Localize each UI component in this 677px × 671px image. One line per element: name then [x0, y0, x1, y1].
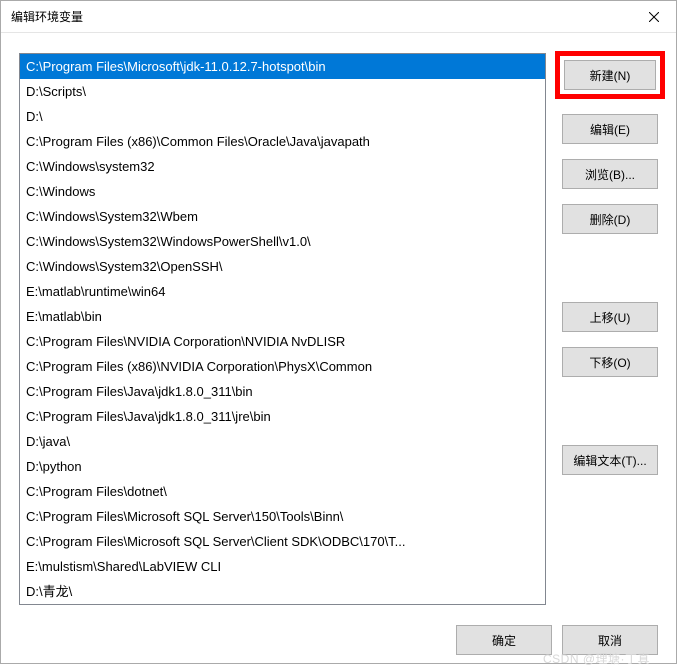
path-listbox-wrap: C:\Program Files\Microsoft\jdk-11.0.12.7… [19, 53, 546, 605]
list-item[interactable]: C:\Windows\System32\WindowsPowerShell\v1… [20, 229, 545, 254]
titlebar: 编辑环境变量 [1, 1, 676, 33]
watermark: CSDN @理塘·丁真 [543, 650, 650, 667]
list-item[interactable]: C:\Windows\System32\OpenSSH\ [20, 254, 545, 279]
list-item[interactable]: C:\Program Files\NVIDIA Corporation\NVID… [20, 329, 545, 354]
highlight-box: 新建(N) [555, 51, 665, 99]
delete-button[interactable]: 删除(D) [562, 204, 658, 234]
list-item[interactable]: C:\Program Files\Java\jdk1.8.0_311\bin [20, 379, 545, 404]
edit-text-button[interactable]: 编辑文本(T)... [562, 445, 658, 475]
browse-button[interactable]: 浏览(B)... [562, 159, 658, 189]
list-item[interactable]: C:\Program Files\dotnet\ [20, 479, 545, 504]
edit-button[interactable]: 编辑(E) [562, 114, 658, 144]
path-listbox[interactable]: C:\Program Files\Microsoft\jdk-11.0.12.7… [20, 54, 545, 604]
list-item[interactable]: E:\matlab\bin [20, 304, 545, 329]
list-item[interactable]: E:\mulstism\Shared\LabVIEW CLI [20, 554, 545, 579]
list-item[interactable]: D:\Scripts\ [20, 79, 545, 104]
list-item[interactable]: C:\Windows\System32\Wbem [20, 204, 545, 229]
new-button[interactable]: 新建(N) [564, 60, 656, 90]
move-up-button[interactable]: 上移(U) [562, 302, 658, 332]
client-area: C:\Program Files\Microsoft\jdk-11.0.12.7… [1, 33, 676, 671]
close-button[interactable] [631, 1, 676, 33]
list-item[interactable]: E:\matlab\runtime\win64 [20, 279, 545, 304]
list-item[interactable]: C:\Windows [20, 179, 545, 204]
list-item[interactable]: D:\青龙\ [20, 579, 545, 604]
env-var-edit-window: 编辑环境变量 C:\Program Files\Microsoft\jdk-11… [0, 0, 677, 664]
list-item[interactable]: C:\Program Files\Microsoft SQL Server\15… [20, 504, 545, 529]
bottom-bar: 确定 取消 CSDN @理塘·丁真 [19, 625, 658, 655]
list-item[interactable]: C:\Program Files\Java\jdk1.8.0_311\jre\b… [20, 404, 545, 429]
list-item[interactable]: C:\Program Files (x86)\Common Files\Orac… [20, 129, 545, 154]
list-item[interactable]: D:\java\ [20, 429, 545, 454]
list-item[interactable]: C:\Program Files\Microsoft SQL Server\Cl… [20, 529, 545, 554]
move-down-button[interactable]: 下移(O) [562, 347, 658, 377]
window-title: 编辑环境变量 [11, 8, 83, 25]
list-item[interactable]: C:\Windows\system32 [20, 154, 545, 179]
main-row: C:\Program Files\Microsoft\jdk-11.0.12.7… [19, 53, 658, 605]
list-item[interactable]: C:\Program Files\Microsoft\jdk-11.0.12.7… [20, 54, 545, 79]
ok-button[interactable]: 确定 [456, 625, 552, 655]
close-icon [649, 12, 659, 22]
side-button-column: 新建(N) 编辑(E) 浏览(B)... 删除(D) 上移(U) 下移(O) 编… [562, 53, 658, 605]
list-item[interactable]: C:\Program Files (x86)\NVIDIA Corporatio… [20, 354, 545, 379]
list-item[interactable]: D:\python [20, 454, 545, 479]
list-item[interactable]: D:\ [20, 104, 545, 129]
